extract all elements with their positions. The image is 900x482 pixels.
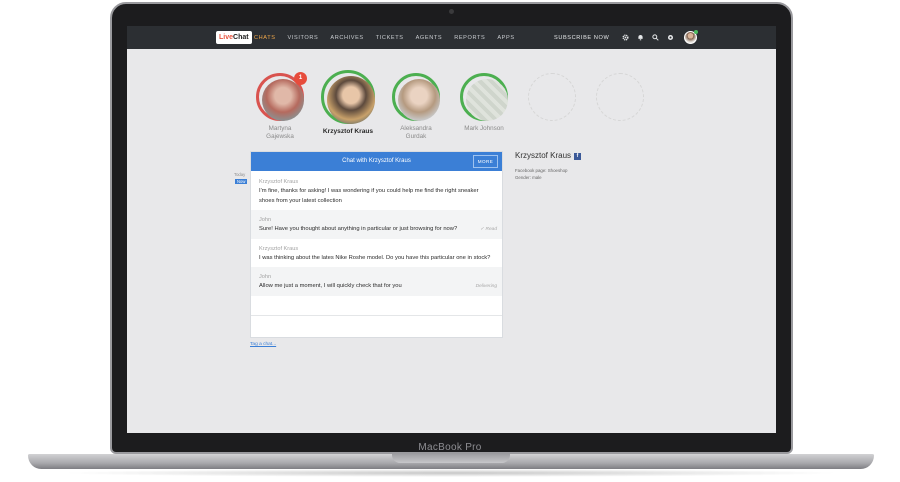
chat-header: Chat with Krzysztof Kraus MORE bbox=[251, 152, 502, 171]
side-tab-today[interactable]: Today bbox=[234, 172, 245, 177]
visitor-photo bbox=[262, 79, 304, 121]
nav-apps[interactable]: APPS bbox=[497, 35, 514, 41]
nav-tickets[interactable]: TICKETS bbox=[376, 35, 404, 41]
visitor-ring: 1 bbox=[256, 72, 307, 121]
customer-facebook-page: Facebook page: Shoeshop bbox=[515, 168, 568, 173]
customer-name: Krzysztof Kraus bbox=[515, 151, 572, 160]
app-screen: LiveChat CHATS VISITORS ARCHIVES TICKETS… bbox=[127, 26, 776, 433]
tag-chat-link[interactable]: Tag a chat... bbox=[250, 342, 276, 347]
visitor-map-photo bbox=[466, 79, 508, 121]
livechat-logo[interactable]: LiveChat bbox=[216, 31, 252, 44]
facebook-icon[interactable]: f bbox=[574, 153, 582, 160]
logo-chat: Chat bbox=[233, 34, 249, 41]
visitor-slot-empty bbox=[590, 73, 650, 121]
visitor-name: Mark Johnson bbox=[464, 125, 504, 132]
settings-icon[interactable] bbox=[663, 30, 678, 45]
message-text: Allow me just a moment, I will quickly c… bbox=[259, 283, 402, 289]
logo-live: Live bbox=[219, 34, 234, 41]
bell-icon[interactable] bbox=[633, 30, 648, 45]
visitor-ring-active bbox=[321, 70, 375, 124]
visitor-ring bbox=[460, 73, 508, 121]
chat-message: Krzysztof Kraus I was thinking about the… bbox=[251, 239, 502, 268]
message-status: ✓ Read bbox=[480, 227, 497, 232]
unread-badge: 1 bbox=[294, 72, 307, 85]
message-author: John bbox=[259, 217, 272, 223]
visitor-photo bbox=[398, 79, 440, 121]
nav-reports[interactable]: REPORTS bbox=[454, 35, 485, 41]
visitor-aleksandra[interactable]: Aleksandra Gurdak bbox=[386, 73, 446, 141]
visitor-krzysztof[interactable]: Krzysztof Kraus bbox=[318, 70, 378, 136]
nav-visitors[interactable]: VISITORS bbox=[288, 35, 319, 41]
laptop-model-label: MacBook Pro bbox=[418, 442, 482, 453]
laptop-notch bbox=[392, 454, 510, 463]
empty-ring bbox=[528, 73, 576, 121]
nav-items: CHATS VISITORS ARCHIVES TICKETS AGENTS R… bbox=[254, 26, 527, 49]
chat-panel: Chat with Krzysztof Kraus MORE Krzysztof… bbox=[250, 151, 503, 338]
message-text: I'm fine, thanks for asking! I was wonde… bbox=[259, 188, 479, 204]
message-author: John bbox=[259, 274, 272, 280]
side-tab-now[interactable]: Now bbox=[235, 179, 248, 184]
customer-info-name: Krzysztof Kraus f bbox=[515, 151, 582, 160]
visitor-mark[interactable]: Mark Johnson bbox=[454, 73, 514, 133]
empty-ring bbox=[596, 73, 644, 121]
chat-message: Krzysztof Kraus I'm fine, thanks for ask… bbox=[251, 171, 502, 210]
visitor-name: Martyna Gajewska bbox=[266, 125, 294, 140]
subscribe-now-link[interactable]: SUBSCRIBE NOW bbox=[554, 35, 609, 41]
chat-message: John Sure! Have you thought about anythi… bbox=[251, 210, 502, 239]
camera-dot bbox=[449, 9, 454, 14]
gear-icon[interactable] bbox=[618, 30, 633, 45]
message-author: Krzysztof Kraus bbox=[259, 245, 299, 252]
visitor-photo bbox=[327, 76, 375, 124]
chat-message: John Allow me just a moment, I will quic… bbox=[251, 267, 502, 296]
message-status: Delivering bbox=[475, 284, 497, 289]
agent-avatar[interactable] bbox=[684, 30, 699, 44]
visitor-slot-empty bbox=[522, 73, 582, 121]
nav-right: SUBSCRIBE NOW bbox=[554, 26, 699, 49]
chat-title: Chat with Krzysztof Kraus bbox=[342, 158, 411, 164]
more-button[interactable]: MORE bbox=[473, 155, 498, 168]
message-text: I was thinking about the lates Nike Rosh… bbox=[259, 254, 491, 261]
visitor-ring bbox=[392, 73, 440, 121]
message-input[interactable] bbox=[251, 315, 502, 337]
search-icon[interactable] bbox=[648, 30, 663, 45]
visitor-martyna[interactable]: 1 Martyna Gajewska bbox=[250, 72, 310, 141]
visitor-name: Krzysztof Kraus bbox=[322, 128, 374, 135]
laptop-shadow bbox=[60, 469, 842, 477]
nav-agents[interactable]: AGENTS bbox=[416, 35, 443, 41]
nav-chats[interactable]: CHATS bbox=[254, 35, 276, 41]
customer-gender: Gender: male bbox=[515, 175, 542, 180]
visitor-name: Aleksandra Gurdak bbox=[400, 125, 432, 140]
message-text: Sure! Have you thought about anything in… bbox=[259, 226, 458, 232]
top-nav: LiveChat CHATS VISITORS ARCHIVES TICKETS… bbox=[127, 26, 776, 49]
message-author: Krzysztof Kraus bbox=[259, 179, 299, 185]
nav-archives[interactable]: ARCHIVES bbox=[330, 35, 363, 41]
